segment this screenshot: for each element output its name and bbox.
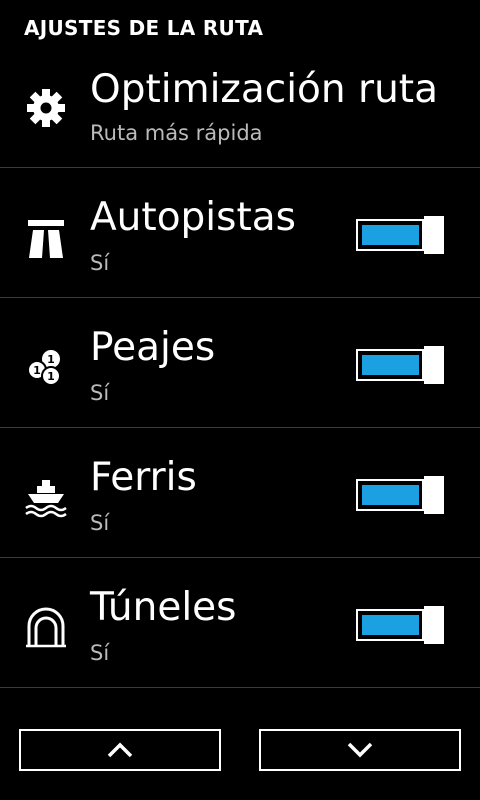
coins-icon: 1 1 1 (24, 346, 68, 390)
tunnels-toggle[interactable] (356, 606, 444, 644)
toggle-thumb[interactable] (424, 606, 444, 644)
setting-title: Ferris (90, 455, 197, 500)
setting-title: Peajes (90, 325, 216, 370)
chevron-up-icon (107, 742, 133, 758)
toggle-thumb[interactable] (424, 346, 444, 384)
highway-icon (24, 216, 68, 260)
divider (0, 687, 480, 688)
toggle-fill (362, 225, 419, 245)
setting-highways[interactable]: Autopistas Sí (0, 168, 480, 297)
setting-title: Optimización ruta (90, 67, 438, 112)
ferry-icon (24, 476, 68, 520)
svg-text:1: 1 (33, 364, 41, 377)
chevron-down-icon (347, 742, 373, 758)
setting-value: Sí (90, 511, 110, 535)
setting-value: Sí (90, 251, 110, 275)
setting-ferries[interactable]: Ferris Sí (0, 428, 480, 557)
gear-icon (24, 86, 68, 130)
svg-text:1: 1 (47, 370, 55, 383)
setting-tunnels[interactable]: Túneles Sí (0, 558, 480, 687)
ferries-toggle[interactable] (356, 476, 444, 514)
tunnel-icon (24, 606, 68, 650)
toggle-thumb[interactable] (424, 476, 444, 514)
toggle-thumb[interactable] (424, 216, 444, 254)
tolls-toggle[interactable] (356, 346, 444, 384)
toggle-fill (362, 615, 419, 635)
highways-toggle[interactable] (356, 216, 444, 254)
toggle-fill (362, 355, 419, 375)
setting-title: Túneles (90, 585, 237, 630)
setting-value: Ruta más rápida (90, 121, 263, 145)
toggle-fill (362, 485, 419, 505)
setting-value: Sí (90, 641, 110, 665)
scroll-up-button[interactable] (19, 729, 221, 771)
page-title: AJUSTES DE LA RUTA (24, 16, 264, 40)
setting-route-optimization[interactable]: Optimización ruta Ruta más rápida (0, 38, 480, 167)
svg-text:1: 1 (47, 353, 55, 366)
scroll-down-button[interactable] (259, 729, 461, 771)
setting-title: Autopistas (90, 195, 296, 240)
setting-tolls[interactable]: 1 1 1 Peajes Sí (0, 298, 480, 427)
setting-value: Sí (90, 381, 110, 405)
